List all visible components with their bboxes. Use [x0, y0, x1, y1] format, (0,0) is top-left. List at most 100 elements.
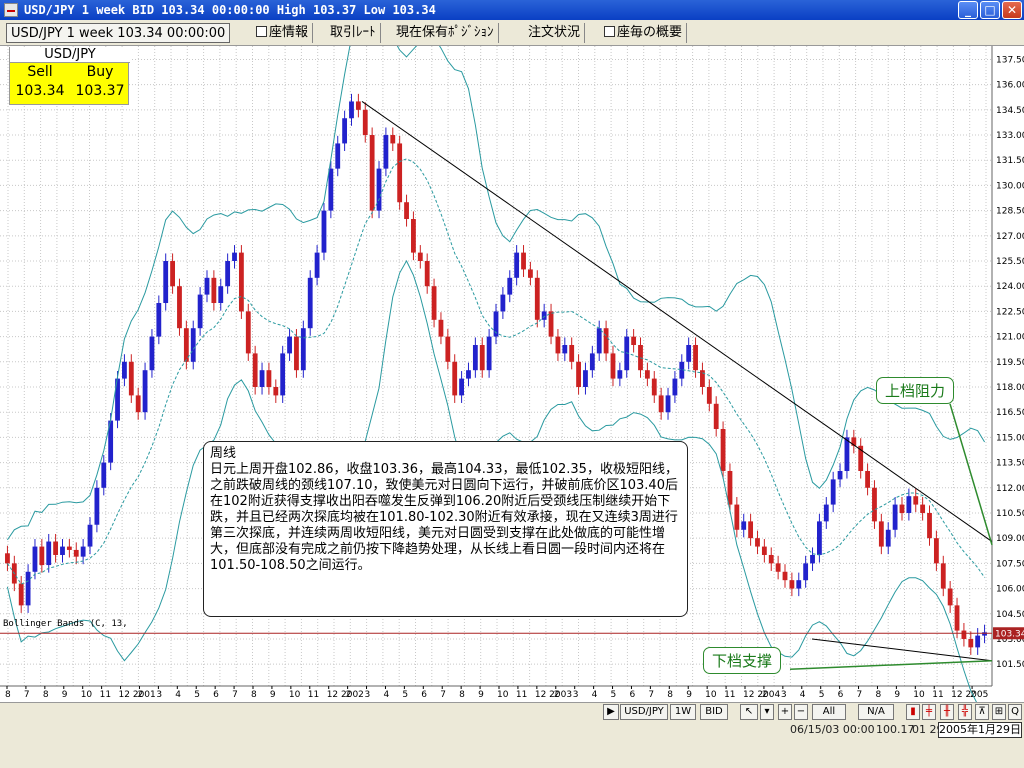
- tab-orders[interactable]: 注文状況: [524, 23, 586, 43]
- zoom-in-icon[interactable]: +: [778, 704, 792, 720]
- y-tick-label: 113.50: [996, 459, 1024, 469]
- last-price-label: 103.34: [995, 629, 1024, 639]
- candle-body: [631, 336, 637, 346]
- tab-bar: USD/JPY 1 week 103.34 00:00:00 座情報 取引ﾚｰﾄ…: [0, 20, 1024, 46]
- x-tick-label: 9: [62, 690, 68, 700]
- candle-body: [177, 286, 182, 329]
- tab-account-summary[interactable]: 座毎の概要: [600, 23, 688, 43]
- x-tick-label: 3: [156, 690, 162, 700]
- sell-price[interactable]: 103.34: [10, 83, 70, 99]
- candle-body: [5, 553, 10, 564]
- tab-rates[interactable]: 取引ﾚｰﾄ: [326, 23, 381, 43]
- candle-body: [576, 361, 581, 387]
- tab-account-info[interactable]: 座情報: [252, 23, 314, 43]
- x-tick-label: 11: [100, 690, 111, 700]
- candle-body: [342, 118, 348, 144]
- candle-body: [644, 370, 650, 379]
- candle-body: [830, 479, 836, 505]
- candle-body: [294, 336, 299, 371]
- fit-icon[interactable]: ⊼: [975, 704, 989, 720]
- symbol-button[interactable]: USD/JPY: [620, 704, 668, 720]
- candle-body: [789, 580, 795, 589]
- x-tick-label: 7: [232, 690, 238, 700]
- bar-chart-icon[interactable]: ▮: [906, 704, 920, 720]
- candle-body: [424, 261, 430, 287]
- candle-body: [844, 437, 850, 471]
- candle-body: [589, 353, 595, 371]
- candle-body: [521, 252, 526, 270]
- cursor-value: 100.17: [876, 723, 915, 736]
- tab-positions[interactable]: 現在保有ﾎﾟｼﾞｼｮﾝ: [392, 23, 499, 43]
- cursor-tool-icon[interactable]: ↖: [740, 704, 758, 720]
- x-tick-label: 6: [629, 690, 635, 700]
- checkbox-icon: [604, 26, 615, 37]
- y-tick-label: 133.00: [996, 131, 1024, 141]
- candle-body: [390, 135, 396, 144]
- grid-icon[interactable]: ⊞: [992, 704, 1006, 720]
- window-title: USD/JPY 1 week BID 103.34 00:00:00 High …: [24, 3, 436, 17]
- candle-body: [899, 504, 905, 513]
- candle-body: [362, 109, 368, 136]
- period-button[interactable]: 1W: [670, 704, 696, 720]
- candle-body: [431, 286, 437, 320]
- close-button[interactable]: ✕: [1002, 1, 1022, 19]
- candle-body: [672, 378, 678, 396]
- candle-body: [225, 261, 231, 287]
- candle-icon[interactable]: ╪: [922, 704, 936, 720]
- candle-body: [500, 294, 506, 312]
- candle-body: [87, 524, 93, 547]
- candle-body: [872, 487, 877, 522]
- minimize-button[interactable]: _: [958, 1, 978, 19]
- y-tick-label: 106.00: [996, 585, 1024, 595]
- tab-chart[interactable]: USD/JPY 1 week 103.34 00:00:00: [6, 23, 231, 43]
- x-tick-label: 2: [762, 690, 768, 700]
- play-button[interactable]: ▶: [603, 704, 619, 720]
- y-tick-label: 115.00: [996, 433, 1024, 443]
- side-button[interactable]: BID: [700, 704, 728, 720]
- candle-body: [452, 361, 458, 396]
- quote-button[interactable]: Q: [1008, 704, 1022, 720]
- y-tick-label: 110.50: [996, 509, 1024, 519]
- line-chart-icon[interactable]: ╫: [940, 704, 954, 720]
- candle-body: [472, 345, 478, 371]
- indicator-label: Bollinger Bands (C, 13,: [3, 619, 128, 629]
- candle-body: [975, 635, 981, 648]
- candle-body: [376, 168, 382, 211]
- x-tick-label: 8: [667, 690, 673, 700]
- analysis-body: 日元上周开盘102.86，收盘103.36，最高104.33，最低102.35，…: [210, 462, 678, 573]
- maximize-button[interactable]: □: [980, 1, 1000, 19]
- x-tick-label: 4: [800, 690, 806, 700]
- na-button[interactable]: N/A: [858, 704, 894, 720]
- dropdown-icon[interactable]: ▾: [760, 704, 774, 720]
- crosshair-icon[interactable]: ╬: [958, 704, 972, 720]
- y-tick-label: 137.50: [996, 55, 1024, 65]
- candle-body: [300, 328, 306, 371]
- x-tick-label: 8: [5, 690, 11, 700]
- buy-price[interactable]: 103.37: [70, 83, 130, 99]
- candle-body: [693, 345, 698, 371]
- candle-body: [80, 546, 86, 557]
- x-tick-label: 3: [365, 690, 371, 700]
- tab-label: 座毎の概要: [617, 25, 683, 40]
- x-tick-label: 5: [402, 690, 408, 700]
- quote-symbol: USD/JPY: [10, 47, 130, 63]
- candle-body: [39, 546, 45, 566]
- sell-label: Sell: [27, 64, 53, 80]
- candle-body: [355, 101, 361, 110]
- x-tick-label: 11: [516, 690, 527, 700]
- all-button[interactable]: All: [812, 704, 846, 720]
- candle-body: [534, 277, 540, 320]
- candle-body: [190, 328, 196, 362]
- status-bar: 06/15/03 00:00 100.17 01 29 2005年1月29日: [0, 720, 1024, 768]
- x-tick-label: 9: [894, 690, 900, 700]
- y-tick-label: 112.00: [996, 484, 1024, 494]
- y-tick-label: 127.00: [996, 232, 1024, 242]
- candle-body: [335, 143, 341, 169]
- candle-body: [411, 219, 416, 253]
- x-tick-label: 6: [421, 690, 427, 700]
- x-tick-label: 8: [875, 690, 881, 700]
- candle-body: [803, 563, 809, 581]
- zoom-out-icon[interactable]: −: [794, 704, 808, 720]
- candle-body: [259, 370, 265, 387]
- x-tick-label: 9: [686, 690, 692, 700]
